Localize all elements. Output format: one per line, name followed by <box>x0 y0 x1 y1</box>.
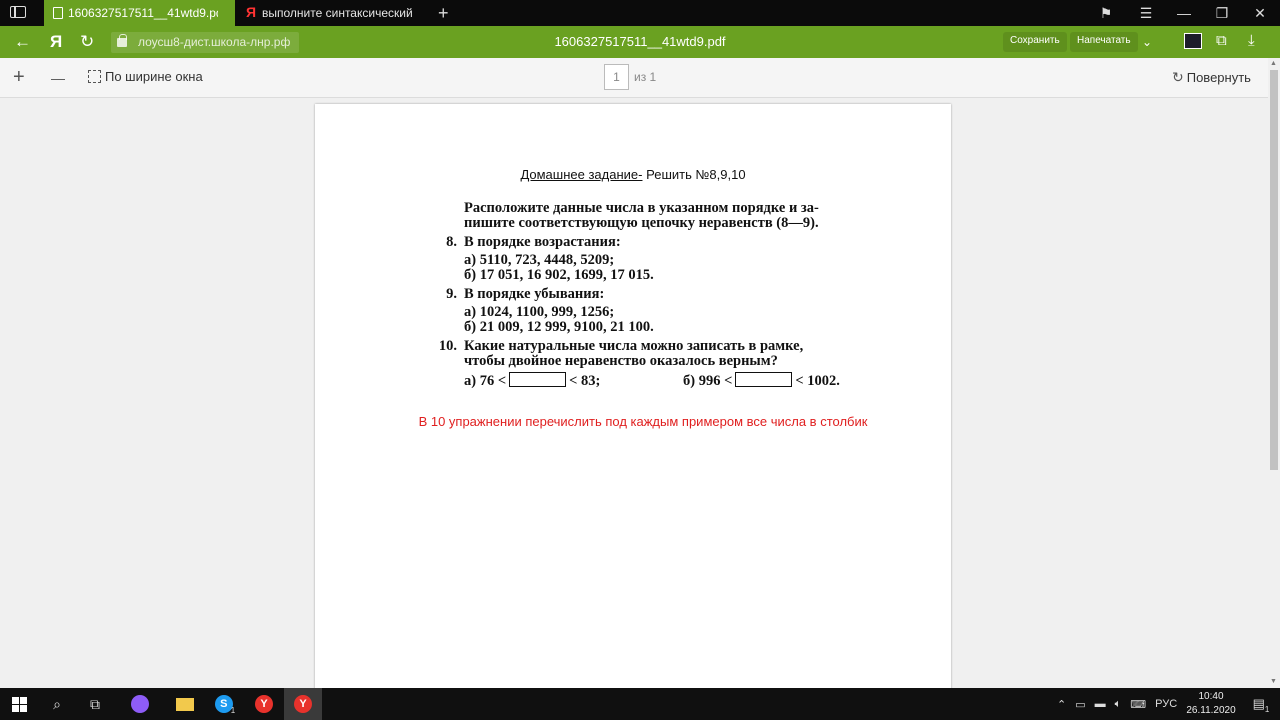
tab-title: выполните синтаксический р <box>262 6 412 20</box>
answer-box <box>735 372 793 387</box>
inequality-right: < 1002. <box>795 373 840 389</box>
answer-box <box>509 372 567 387</box>
exercise-number: 9. <box>446 286 457 302</box>
sidebar-toggle-icon[interactable] <box>10 6 26 18</box>
network-icon[interactable]: ▭ <box>1075 698 1085 711</box>
exercise-item: б) 21 009, 12 999, 9100, 21 100. <box>464 319 654 335</box>
pdf-toolbar: + — По ширине окна 1 из 1 ↻ Повернуть <box>0 58 1280 98</box>
start-button[interactable] <box>0 688 38 720</box>
rotate-icon: ↻ <box>1172 69 1184 85</box>
scrollbar[interactable]: ▲ ▼ <box>1268 58 1280 688</box>
inequality-left: б) 996 < <box>683 373 733 389</box>
document-viewer[interactable]: Домашнее задание- Решить №8,9,10 Располо… <box>0 98 1268 704</box>
exercise-number: 8. <box>446 234 457 250</box>
exercise-number: 10. <box>438 338 457 354</box>
inequality-b: б) 996 < < 1002. <box>683 372 840 390</box>
minimize-icon[interactable]: — <box>1165 0 1203 26</box>
teacher-note: В 10 упражнении перечислить под каждым п… <box>418 414 868 429</box>
inequality-a: а) 76 < < 83; <box>464 372 600 390</box>
rotate-button[interactable]: ↻ Повернуть <box>1172 69 1251 86</box>
yandex-icon: Я <box>246 4 257 20</box>
page-count: из 1 <box>634 70 657 84</box>
skype-badge: 1 <box>230 705 236 715</box>
zoom-out-button[interactable]: — <box>51 70 65 86</box>
clock-date: 26.11.2020 <box>1186 705 1236 716</box>
keyboard-icon[interactable]: ⌨ <box>1130 698 1146 711</box>
homework-task: Решить №8,9,10 <box>646 167 746 182</box>
notification-icon[interactable]: ▤ 1 <box>1242 688 1280 720</box>
bookmarks-icon[interactable]: ⚑ <box>1087 0 1125 26</box>
tab-pdf[interactable]: 1606327517511__41wtd9.pdf <box>44 0 235 26</box>
close-icon[interactable]: ✕ <box>1241 0 1279 26</box>
exercise-item: б) 17 051, 16 902, 1699, 17 015. <box>464 267 654 283</box>
chevron-down-icon[interactable]: ⌄ <box>1142 35 1152 49</box>
scroll-up-icon[interactable]: ▲ <box>1270 60 1277 67</box>
page-number-input[interactable]: 1 <box>604 64 629 90</box>
zoom-in-button[interactable]: + <box>13 66 25 89</box>
inequality-left: а) 76 < <box>464 373 507 389</box>
download-icon[interactable]: ⤓ <box>1248 32 1255 49</box>
intro-line: пишите соответствующую цепочку неравенст… <box>464 215 819 231</box>
save-button[interactable]: Сохранить <box>1003 32 1067 52</box>
scroll-down-icon[interactable]: ▼ <box>1270 678 1277 685</box>
tab-bar: 1606327517511__41wtd9.pdf Я выполните си… <box>0 0 1280 26</box>
print-button[interactable]: Напечатать <box>1070 32 1138 52</box>
skype-icon[interactable]: S1 <box>206 688 244 720</box>
homework-label: Домашнее задание- <box>520 167 643 182</box>
fit-width-label: По ширине окна <box>105 69 203 84</box>
battery-icon[interactable]: ▬ <box>1095 698 1106 710</box>
tab-search[interactable]: Я выполните синтаксический р <box>240 0 430 26</box>
extension-icon[interactable] <box>1184 33 1202 49</box>
fit-width-icon <box>88 70 101 83</box>
tray-expand-icon[interactable]: ⌃ <box>1057 698 1066 711</box>
exercise-title: В порядке возрастания: <box>464 234 621 250</box>
exercise-line: чтобы двойное неравенство оказалось верн… <box>464 353 778 369</box>
volume-icon[interactable]: 🔈︎ <box>1115 698 1122 711</box>
homework-heading: Домашнее задание- Решить №8,9,10 <box>315 167 951 182</box>
exercise-title: В порядке убывания: <box>464 286 605 302</box>
document-icon <box>53 7 63 19</box>
search-icon[interactable]: ⌕ <box>38 688 76 720</box>
tab-title: 1606327517511__41wtd9.pdf <box>68 6 218 20</box>
yandex-browser-active-icon[interactable]: Y <box>284 688 322 720</box>
system-tray: ⌃ ▭ ▬ 🔈︎ ⌨ РУС <box>1057 688 1177 720</box>
clock[interactable]: 10:40 26.11.2020 <box>1183 690 1239 718</box>
fit-width-button[interactable]: По ширине окна <box>88 69 203 84</box>
file-explorer-icon[interactable] <box>166 688 204 720</box>
menu-icon[interactable]: ☰ <box>1127 0 1165 26</box>
yandex-browser-icon[interactable]: Y <box>245 688 283 720</box>
address-bar: ← Я ↻ лоусш8-дист.школа-лнр.рф 160632751… <box>0 26 1280 58</box>
restore-icon[interactable]: ❐ <box>1203 0 1241 26</box>
new-tab-button[interactable]: + <box>438 3 449 24</box>
language-indicator[interactable]: РУС <box>1155 698 1177 710</box>
pdf-page: Домашнее задание- Решить №8,9,10 Располо… <box>315 104 951 704</box>
notification-badge: 1 <box>1264 704 1270 714</box>
translate-icon[interactable]: ⧉ <box>1216 32 1227 49</box>
task-view-icon[interactable]: ⧉ <box>76 688 114 720</box>
alice-icon[interactable] <box>121 688 159 720</box>
rotate-label: Повернуть <box>1186 70 1251 85</box>
inequality-right: < 83; <box>569 373 601 389</box>
windows-icon <box>11 696 27 712</box>
clock-time: 10:40 <box>1198 691 1224 702</box>
taskbar: ⌕ ⧉ S1 Y Y ⌃ ▭ ▬ 🔈︎ ⌨ РУС 10:40 26.11.20… <box>0 688 1280 720</box>
scroll-thumb[interactable] <box>1270 70 1278 470</box>
